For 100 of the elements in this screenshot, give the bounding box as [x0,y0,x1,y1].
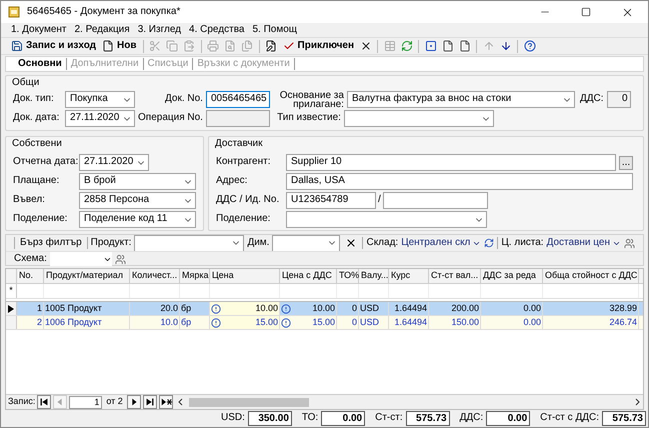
dropdown[interactable]: Доставни цен [546,236,621,250]
dropdown[interactable]: Валутна фактура за внос на стоки [346,91,575,108]
dropdown[interactable]: 27.11.2020 [79,154,149,171]
field-label: Ст-ст: [375,412,403,425]
maximize-icon[interactable] [581,7,591,17]
dropdown[interactable]: 27.11.2020 [65,110,135,127]
table-cell: 0 [337,316,359,329]
browse-button[interactable]: ... [619,156,633,170]
field-label: Поделение: [216,213,272,226]
clear-icon[interactable] [345,237,358,249]
nav-button[interactable] [142,395,157,409]
people-icon[interactable] [624,238,635,248]
printer-icon [207,40,220,52]
input-field[interactable]: Dallas, USA [286,173,633,190]
tab[interactable]: Основни [14,58,66,70]
documents-icon [241,40,254,52]
field-label: Продукт: [90,236,132,250]
table-cell: 0.00 [481,316,543,329]
table-cell: 1005 Продукт [44,302,130,315]
toolbar-button[interactable]: Нов [100,38,139,54]
table-cell: 10.0 [130,316,180,329]
field-label: Основание за прилагане: [278,90,344,108]
table-cell: USD [359,316,389,329]
refresh-icon[interactable] [484,238,494,248]
quick-filter-button[interactable]: Бърз филтър [18,236,84,250]
menu-item[interactable]: 2. Редакция [74,24,130,36]
toolbar-button[interactable] [522,38,538,54]
column-header[interactable]: ТО% [337,269,359,283]
column-header[interactable]: No. [17,269,44,283]
nav-button[interactable] [158,395,173,409]
table-cell: 0 [337,302,359,315]
nav-button[interactable] [126,395,141,409]
preview-icon [224,40,236,52]
toolbar-button[interactable]: Запис и изход [9,38,98,54]
new-record-icon [160,396,172,408]
nav-button[interactable] [37,395,52,409]
column-header[interactable]: Мярка [180,269,210,283]
table-cell: 15.00 [280,316,337,329]
column-header[interactable]: Валу... [359,269,389,283]
document-icon [102,40,114,52]
menu-item[interactable]: 3. Изглед [138,24,182,36]
scroll-thumb[interactable] [188,398,309,406]
people-icon[interactable] [114,254,126,264]
dropdown[interactable]: Централен скл [401,236,482,250]
table-cell: 1.64494 [389,316,429,329]
menu-item[interactable]: 4. Средства [189,24,244,36]
scroll-right-icon[interactable] [633,398,641,406]
help-icon [524,40,536,52]
toolbar-button[interactable] [423,38,438,54]
column-header[interactable]: Ст-ст вал... [429,269,481,283]
dropdown[interactable] [344,110,494,127]
input-field[interactable]: Supplier 10 [286,154,616,171]
group-title: Собствени [11,137,63,151]
field-label: ДДС: [460,412,484,425]
checkmark-icon [282,40,295,52]
input-field[interactable] [382,192,488,209]
warning-icon [281,318,291,328]
column-header[interactable]: Количест... [130,269,180,283]
copy-icon [166,40,178,52]
field-label: ДДС / Ид. No. [216,194,280,207]
table-cell: 1.64494 [389,302,429,315]
table-cell: 10.00 [210,302,280,315]
row-header[interactable] [6,302,17,315]
last-record-icon [144,396,156,408]
dropdown[interactable] [134,234,244,252]
scroll-left-icon[interactable] [176,398,185,406]
column-header[interactable]: Обща стойност с ДДС [543,269,639,283]
dropdown[interactable]: Поделение код 11 [79,211,196,228]
column-header[interactable]: Продукт/материал [44,269,130,283]
page-icon [442,40,454,52]
field-label: Адрес: [216,175,248,188]
scissors-icon [149,40,162,52]
column-header[interactable]: ДДС за реда [481,269,543,283]
table-cell: 200.00 [429,302,481,315]
dropdown[interactable] [286,211,487,228]
total-field: 350.00 [248,411,292,426]
table-row[interactable]: 1 1005 Продукт 20.0 бр 10.00 10.00 0 USD 1.64494 200.00 0.00 328.99 [6,302,643,316]
dropdown[interactable]: 2858 Персона [79,192,196,209]
total-field: 0.00 [486,411,530,426]
field-label: Ст-ст с ДДС: [540,412,599,425]
dropdown[interactable]: В брой [79,173,196,190]
field-label: Док. No. [165,93,203,106]
input-field[interactable]: U123654789 [286,192,376,209]
input-field[interactable]: 0056465465 [206,91,270,108]
menu-item[interactable]: 5. Помощ [252,24,297,36]
horizontal-scrollbar[interactable] [176,396,641,408]
window-title: 56465465 - Документ за покупка* [27,6,182,18]
toolbar-button[interactable]: Приключен [280,38,356,54]
record-field[interactable]: 1 [69,396,102,408]
table-cell: 20.0 [130,302,180,315]
column-header[interactable]: Цена с ДДС [280,269,337,283]
input-field[interactable]: 0 [606,91,630,108]
column-header[interactable]: Курс [389,269,429,283]
menu-item[interactable]: 1. Документ [11,24,66,36]
total-field: 0.00 [321,411,366,426]
table-row[interactable]: 2 1006 Продукт 10.0 бр 15.00 15.00 0 USD 1.64494 150.00 0.00 246.74 [6,316,643,330]
dropdown[interactable] [272,234,340,252]
column-header[interactable]: Цена [210,269,280,283]
dropdown[interactable]: Покупка [65,91,135,108]
input-field[interactable] [206,110,270,127]
